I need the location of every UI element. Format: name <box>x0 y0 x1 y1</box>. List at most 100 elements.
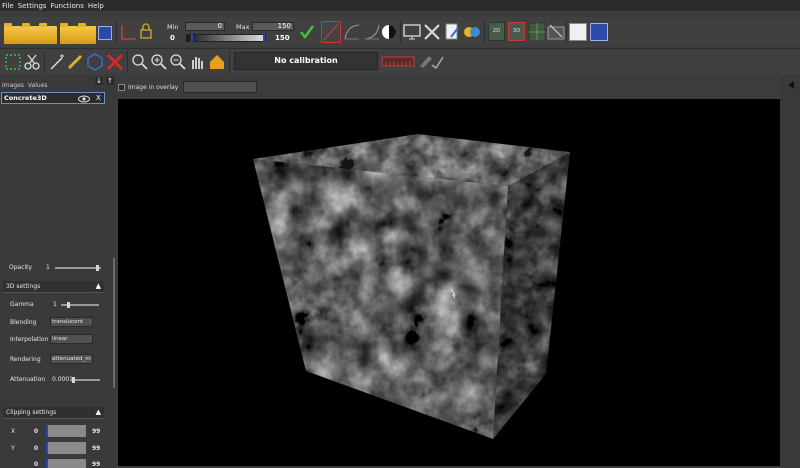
document-edit-icon[interactable] <box>443 23 461 41</box>
tools-icon[interactable] <box>423 23 441 41</box>
overlay-checkbox[interactable] <box>118 83 125 91</box>
blending-select[interactable]: translucent <box>50 317 93 327</box>
about-logo-icon[interactable] <box>569 23 587 41</box>
menu-help[interactable]: Help <box>88 2 104 10</box>
image-name: Concrete3D <box>4 94 47 102</box>
slice-view-icon[interactable] <box>547 22 565 40</box>
opacity-label: Opacity <box>9 264 33 271</box>
slider-knob-min[interactable] <box>191 34 193 42</box>
rendering-select[interactable]: attenuated_m <box>50 354 93 364</box>
clip-y-range[interactable] <box>46 442 86 454</box>
hexagon-icon[interactable] <box>86 53 104 71</box>
delete-x-icon[interactable] <box>106 53 124 71</box>
move-up-arrow-icon[interactable]: ↑ <box>106 77 114 85</box>
clip-z-min: 0 <box>34 461 39 468</box>
interpolation-select[interactable]: linear <box>50 334 93 344</box>
magic-wand-icon[interactable] <box>48 53 66 71</box>
lock-icon[interactable] <box>139 23 157 41</box>
clip-z-max: 99 <box>92 461 101 468</box>
rendering-label: Rendering <box>10 356 41 363</box>
view-3d-button[interactable]: 3D <box>508 22 525 41</box>
clip-x-range[interactable] <box>46 425 86 437</box>
clip-x-min: 0 <box>34 428 39 435</box>
tab-images[interactable]: Images <box>2 82 24 89</box>
log-curve-icon[interactable] <box>363 23 381 41</box>
close-image-button[interactable]: X <box>96 94 101 102</box>
main-toolbar: Min 0 Max 150 0 150 2D 3D <box>0 17 800 47</box>
open-folder-icon[interactable] <box>4 23 22 44</box>
menu-file[interactable]: File <box>2 2 14 10</box>
open-raw-icon[interactable] <box>22 23 40 44</box>
clip-y-min: 0 <box>34 445 39 452</box>
zoom-out-icon[interactable] <box>169 53 187 71</box>
attenuation-value: 0.0001 <box>52 376 73 383</box>
linear-lut-button[interactable] <box>321 21 341 43</box>
right-strip <box>780 75 800 468</box>
settings-3d-header[interactable]: 3D settings ▲ <box>3 281 104 293</box>
panel-tabs: Images Values <box>2 82 48 89</box>
window-level-slider[interactable] <box>186 34 266 42</box>
menu-settings[interactable]: Settings <box>18 2 47 10</box>
calibration-display: No calibration <box>234 52 378 70</box>
min-label: Min <box>167 23 179 31</box>
collapse-right-panel-icon[interactable] <box>787 80 795 90</box>
concrete-volume-render <box>253 134 570 439</box>
3d-viewport[interactable] <box>118 99 780 466</box>
invert-contrast-icon[interactable] <box>380 23 398 41</box>
zoom-fit-icon[interactable] <box>131 53 149 71</box>
monitor-icon[interactable] <box>403 23 421 41</box>
max-field[interactable]: 150 <box>252 22 294 31</box>
view-2d-button[interactable]: 2D <box>488 22 505 41</box>
clipping-title: Clipping settings <box>6 409 57 416</box>
image-list-item[interactable]: Concrete3D X <box>1 92 105 104</box>
linear-curve-icon <box>323 23 339 41</box>
visibility-eye-icon[interactable] <box>78 95 90 103</box>
menu-functions[interactable]: Functions <box>50 2 83 10</box>
clip-y-label: Y <box>11 445 15 452</box>
open-stack-icon[interactable] <box>39 23 57 44</box>
cut-scissors-icon[interactable] <box>23 53 41 71</box>
histogram-icon[interactable] <box>120 23 138 41</box>
gamma-label: Gamma <box>10 301 34 308</box>
apply-check-icon[interactable] <box>298 23 316 41</box>
attenuation-label: Attenuation <box>10 376 46 383</box>
slider-knob-max[interactable] <box>263 34 265 42</box>
opacity-value: 1 <box>46 264 50 271</box>
opacity-slider[interactable] <box>55 267 101 269</box>
gamma-value: 1 <box>53 301 57 308</box>
home-icon[interactable] <box>208 53 226 71</box>
move-down-arrow-icon[interactable]: ↓ <box>95 77 103 85</box>
clip-z-range[interactable] <box>46 459 86 468</box>
ruler-icon[interactable] <box>66 53 84 71</box>
save-icon[interactable] <box>98 26 112 40</box>
clipping-header[interactable]: Clipping settings ▲ <box>3 407 104 419</box>
gamma-curve-icon[interactable] <box>343 23 361 41</box>
opacity-slider-knob[interactable] <box>96 265 99 271</box>
attenuation-slider[interactable] <box>72 379 100 381</box>
clip-y-max: 99 <box>92 445 101 452</box>
brain-icon[interactable] <box>463 23 481 41</box>
add-image-icon[interactable] <box>78 23 96 44</box>
overlay-label: Image in overlay <box>128 83 179 91</box>
pan-hand-icon[interactable] <box>188 53 206 71</box>
grid-view-icon[interactable] <box>528 22 546 40</box>
zoom-in-icon[interactable] <box>150 53 168 71</box>
clip-x-max: 99 <box>92 428 101 435</box>
blending-label: Blending <box>10 319 37 326</box>
collapse-clipping-icon[interactable]: ▲ <box>96 408 101 416</box>
michelin-logo-icon[interactable] <box>590 23 608 41</box>
settings-3d-title: 3D settings <box>6 283 41 290</box>
overlay-select[interactable] <box>183 81 258 93</box>
new-folder-icon[interactable] <box>60 23 78 44</box>
tab-values[interactable]: Values <box>28 82 48 89</box>
interpolation-label: Interpolation <box>10 336 49 343</box>
collapse-up-icon[interactable]: ▲ <box>96 282 101 290</box>
clip-x-label: X <box>11 428 16 435</box>
calibrate-tool-icon[interactable] <box>417 53 445 69</box>
calibration-ruler-icon[interactable] <box>381 54 415 68</box>
roi-select-icon[interactable] <box>4 53 22 71</box>
min-field[interactable]: 0 <box>185 22 225 31</box>
left-panel-scrollbar[interactable] <box>113 258 115 388</box>
gamma-slider-knob[interactable] <box>67 302 70 308</box>
attenuation-slider-knob[interactable] <box>72 377 75 383</box>
